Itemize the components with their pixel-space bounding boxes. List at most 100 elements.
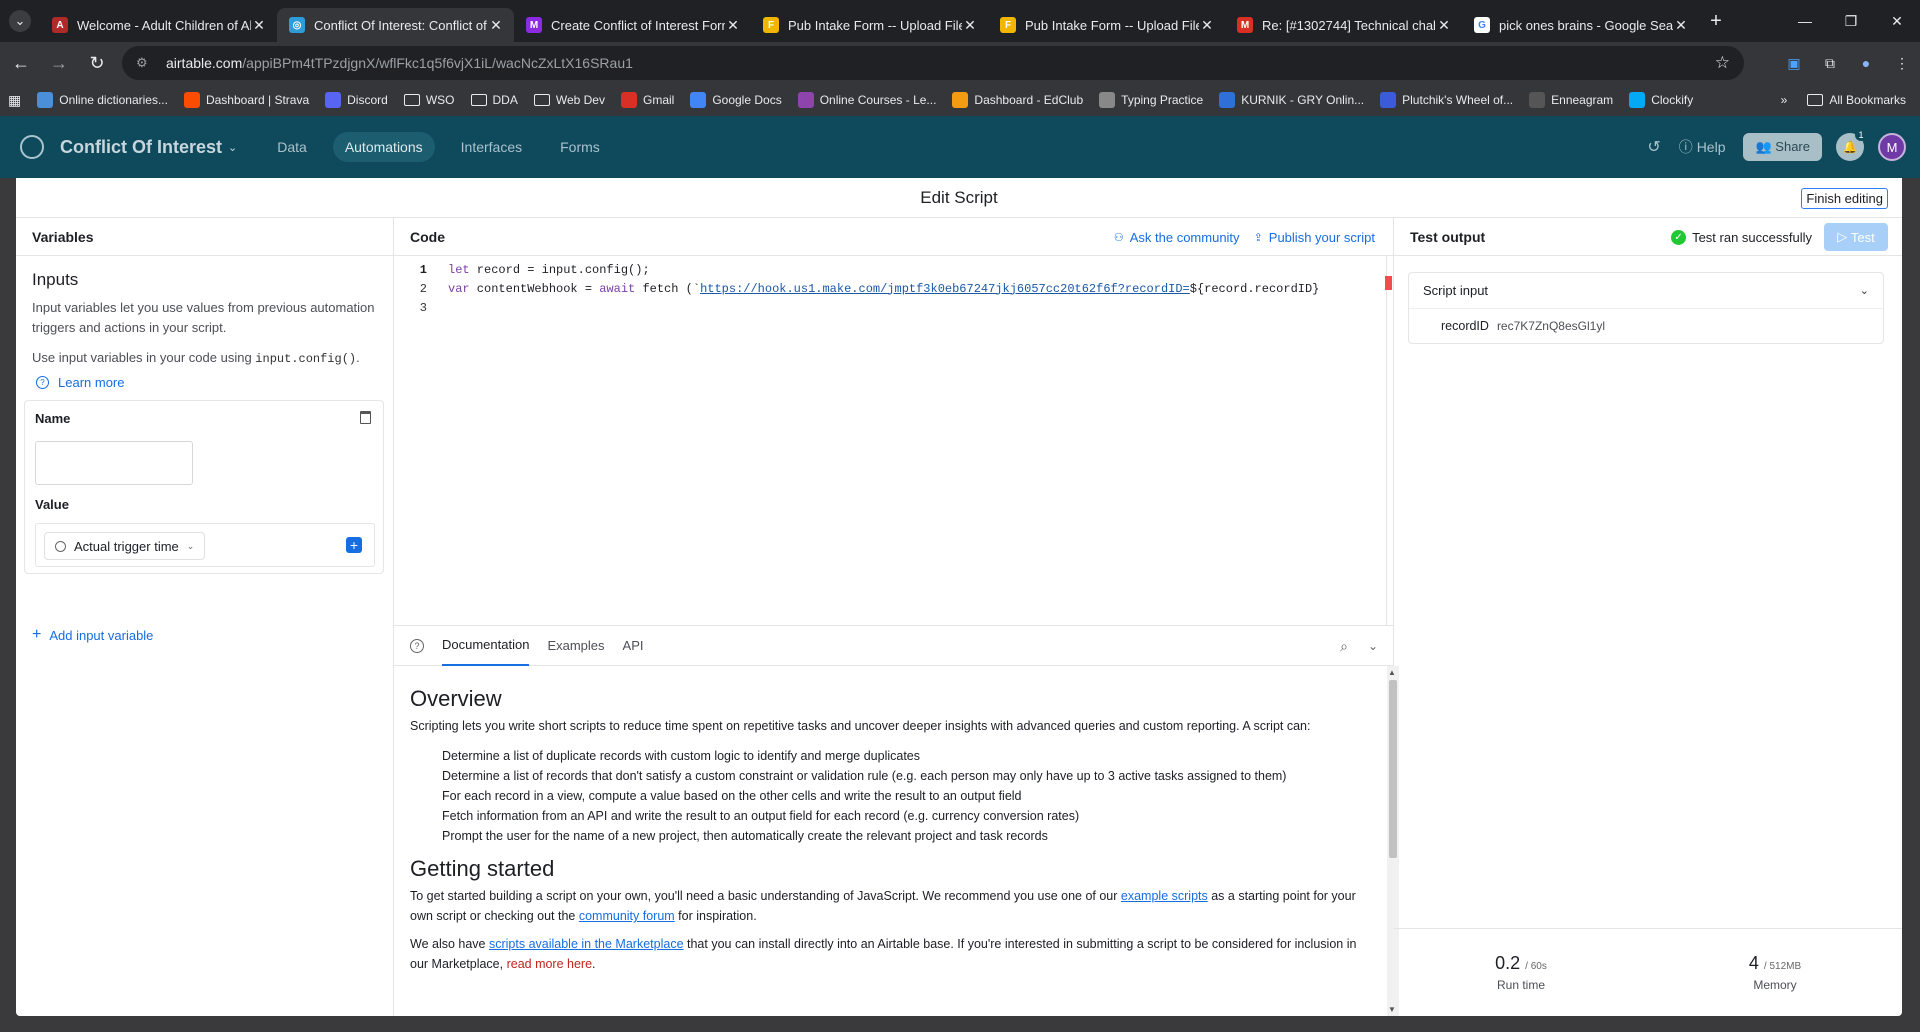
- browser-tab[interactable]: ◎ Conflict Of Interest: Conflict of I ✕: [277, 8, 514, 42]
- tab-title: Re: [#1302744] Technical challe: [1262, 17, 1436, 33]
- airtable-logo-icon[interactable]: [20, 135, 44, 159]
- bookmark-item[interactable]: Typing Practice: [1099, 92, 1203, 108]
- folder-icon: [533, 94, 550, 106]
- close-tab-icon[interactable]: ✕: [1199, 17, 1215, 34]
- menu-icon[interactable]: ⋮: [1884, 55, 1920, 72]
- browser-tab[interactable]: M Create Conflict of Interest Form ✕: [514, 8, 751, 42]
- nav-interfaces[interactable]: Interfaces: [449, 132, 534, 162]
- bookmark-item[interactable]: Online dictionaries...: [37, 92, 168, 108]
- bookmark-item[interactable]: Dashboard | Strava: [183, 92, 309, 108]
- ask-community-link[interactable]: ⚇ Ask the community: [1114, 230, 1240, 245]
- notifications-icon[interactable]: 🔔 1: [1836, 129, 1867, 161]
- error-marker: [1385, 276, 1392, 290]
- bookmark-item[interactable]: Online Courses - Le...: [797, 92, 936, 108]
- plus-icon: +: [32, 626, 42, 643]
- chevron-down-icon: ⌄: [1859, 285, 1869, 297]
- variable-value-field[interactable]: Actual trigger time ⌄ +: [35, 523, 375, 567]
- close-tab-icon[interactable]: ✕: [962, 17, 978, 34]
- favicon-icon: G: [1474, 17, 1490, 33]
- close-tab-icon[interactable]: ✕: [251, 17, 267, 34]
- avatar[interactable]: M: [1878, 133, 1906, 161]
- page-bottom-edge: [0, 1016, 1920, 1032]
- bookmark-item[interactable]: Google Docs: [690, 92, 782, 108]
- finish-editing-button[interactable]: Finish editing: [1801, 188, 1888, 209]
- bookmark-item[interactable]: Gmail: [620, 92, 674, 108]
- forward-icon[interactable]: →: [42, 46, 76, 80]
- community-forum-link[interactable]: community forum: [579, 909, 675, 923]
- notification-badge: 1: [1855, 129, 1867, 141]
- code-line[interactable]: 3: [394, 298, 1394, 317]
- test-output-panel: Test output ✓ Test ran successfully ▷ Tes…: [1394, 218, 1902, 1016]
- code-editor[interactable]: 1 let record = input.config(); 2 var conte…: [394, 256, 1394, 626]
- apps-grid-icon[interactable]: ▦: [8, 92, 21, 109]
- bookmark-star-icon[interactable]: ☆: [1715, 53, 1730, 73]
- minimize-icon[interactable]: —: [1782, 0, 1828, 42]
- insert-value-button[interactable]: +: [346, 537, 362, 553]
- folder-icon: [470, 94, 487, 106]
- close-tab-icon[interactable]: ✕: [725, 17, 741, 34]
- getting-started-text: To get started building a script on your…: [410, 889, 1356, 923]
- bookmark-item[interactable]: Plutchik's Wheel of...: [1380, 92, 1513, 108]
- tab-api[interactable]: API: [623, 626, 644, 666]
- script-input-toggle[interactable]: Script input ⌄: [1409, 273, 1883, 309]
- inputs-description: Input variables let you use values from …: [32, 300, 375, 335]
- nav-automations[interactable]: Automations: [332, 132, 435, 162]
- add-input-variable-button[interactable]: + Add input variable: [32, 626, 153, 644]
- restore-icon[interactable]: ❐: [1828, 0, 1874, 42]
- code-line[interactable]: 1 let record = input.config();: [394, 260, 1394, 279]
- bookmark-item[interactable]: WSO: [403, 92, 455, 108]
- base-name[interactable]: Conflict Of Interest: [60, 137, 222, 158]
- extension-icon[interactable]: ▣: [1776, 55, 1812, 72]
- chevron-down-icon[interactable]: ⌄: [1368, 639, 1378, 653]
- bookmark-item[interactable]: Dashboard - EdClub: [952, 92, 1083, 108]
- list-item: Prompt the user for the name of a new pr…: [442, 829, 1048, 843]
- profile-icon[interactable]: ●: [1848, 55, 1884, 71]
- more-bookmarks-icon[interactable]: »: [1781, 93, 1788, 107]
- bookmark-item[interactable]: Discord: [325, 92, 388, 108]
- example-scripts-link[interactable]: example scripts: [1121, 889, 1208, 903]
- bookmark-item[interactable]: Clockify: [1629, 92, 1693, 108]
- variable-name-input[interactable]: [35, 441, 193, 485]
- nav-forms[interactable]: Forms: [548, 132, 612, 162]
- list-item: Determine a list of duplicate records wi…: [442, 749, 921, 763]
- help-button[interactable]: ⓘ Help: [1679, 137, 1726, 157]
- tab-examples[interactable]: Examples: [547, 626, 604, 666]
- reload-icon[interactable]: ↻: [80, 46, 114, 80]
- browser-tab[interactable]: Gpick ones brains - Google Searc ✕: [1462, 8, 1699, 42]
- bookmark-item[interactable]: KURNIK - GRY Onlin...: [1219, 92, 1364, 108]
- new-tab-button[interactable]: +: [1699, 10, 1733, 33]
- close-tab-icon[interactable]: ✕: [1436, 17, 1452, 34]
- read-more-link[interactable]: read more here: [507, 957, 592, 971]
- bookmark-item[interactable]: DDA: [470, 92, 518, 108]
- browser-tab[interactable]: F Pub Intake Form -- Upload File ✕: [988, 8, 1225, 42]
- publish-script-link[interactable]: ⇪ Publish your script: [1254, 230, 1375, 245]
- test-button[interactable]: ▷ Test: [1824, 223, 1888, 251]
- bookmark-item[interactable]: Web Dev: [533, 92, 605, 108]
- inputs-usage-text: Use input variables in your code using i…: [32, 350, 360, 366]
- close-tab-icon[interactable]: ✕: [1673, 17, 1689, 34]
- close-tab-icon[interactable]: ✕: [488, 17, 504, 34]
- browser-tab[interactable]: M Re: [#1302744] Technical challe ✕: [1225, 8, 1462, 42]
- site-info-icon[interactable]: ⚙: [136, 55, 156, 71]
- tab-documentation[interactable]: Documentation: [442, 626, 530, 666]
- learn-more-link[interactable]: ? Learn more: [36, 375, 393, 390]
- nav-data[interactable]: Data: [265, 132, 319, 162]
- history-icon[interactable]: ↺: [1647, 137, 1660, 157]
- browser-tab[interactable]: A Welcome - Adult Children of Al ✕: [40, 8, 277, 42]
- marketplace-link[interactable]: scripts available in the Marketplace: [489, 937, 684, 951]
- puzzle-icon[interactable]: ⧉: [1812, 55, 1848, 72]
- browser-tab[interactable]: F Pub Intake Form -- Upload File ✕: [751, 8, 988, 42]
- value-token-pill[interactable]: Actual trigger time ⌄: [44, 532, 206, 560]
- address-bar[interactable]: ⚙ airtable.com/appiBPm4tTPzdjgnX/wflFkc1…: [122, 46, 1744, 80]
- bookmark-item[interactable]: Enneagram: [1529, 92, 1613, 108]
- bookmark-favicon-icon: [1219, 92, 1236, 108]
- chevron-down-icon[interactable]: ⌄: [228, 141, 237, 154]
- tab-search-button[interactable]: ⌄: [0, 0, 40, 42]
- back-icon[interactable]: ←: [4, 46, 38, 80]
- share-button[interactable]: 👥 Share: [1743, 133, 1822, 161]
- trash-icon[interactable]: [360, 411, 371, 424]
- search-icon[interactable]: ⌕: [1340, 638, 1348, 655]
- code-line[interactable]: 2 var contentWebhook = await fetch (`http…: [394, 279, 1394, 298]
- all-bookmarks[interactable]: All Bookmarks: [1807, 93, 1906, 107]
- close-window-icon[interactable]: ✕: [1874, 0, 1920, 42]
